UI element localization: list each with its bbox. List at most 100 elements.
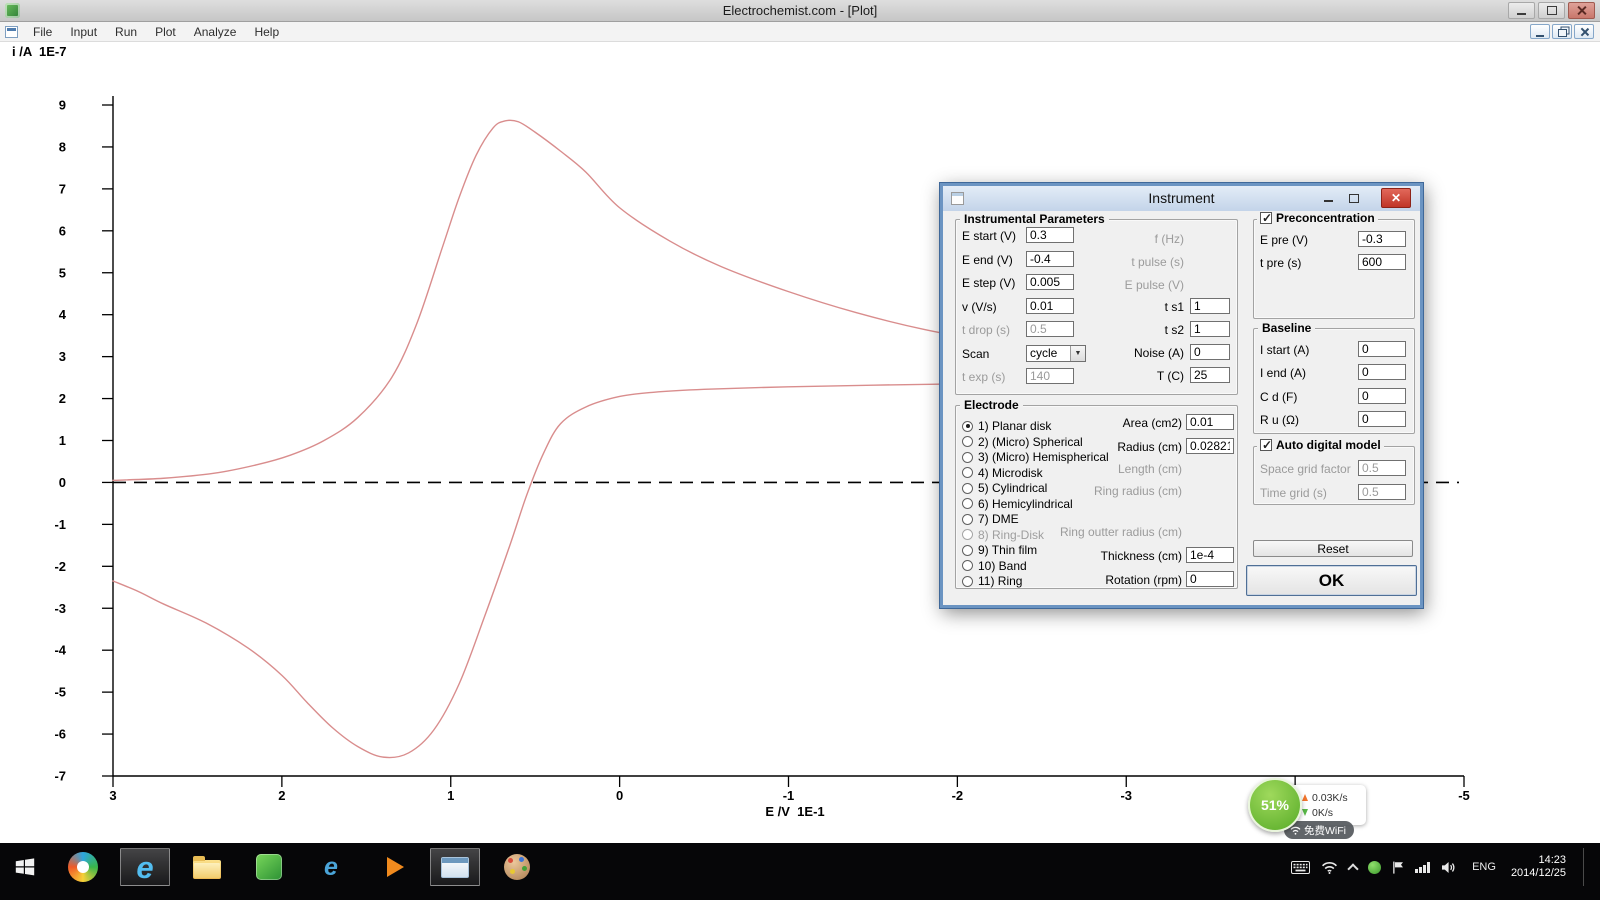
t-s1-input[interactable] [1190, 298, 1230, 314]
radius-cm-input[interactable] [1186, 438, 1234, 454]
free-wifi-label[interactable]: 免费WiFi [1284, 821, 1354, 839]
clock[interactable]: 14:23 2014/12/25 [1511, 854, 1566, 880]
t-exp-s-input[interactable] [1026, 368, 1074, 384]
show-hidden-icons-chevron[interactable] [1349, 862, 1357, 873]
t-drop-s-input[interactable] [1026, 321, 1074, 337]
instrumental-parameters-title: Instrumental Parameters [960, 212, 1109, 226]
noise-a-input[interactable] [1190, 344, 1230, 360]
ok-button[interactable]: OK [1246, 565, 1417, 596]
electrode-option-9[interactable]: 9) Thin film [962, 543, 1037, 557]
e-start-v-input[interactable] [1026, 227, 1074, 243]
network-signal-icon[interactable] [1415, 862, 1430, 873]
internet-explorer-taskbar-button[interactable] [120, 848, 170, 886]
rotation-rpm-input[interactable] [1186, 571, 1234, 587]
electrode-option-2[interactable]: 2) (Micro) Spherical [962, 435, 1083, 449]
electrode-option-8[interactable]: 8) Ring-Disk [962, 528, 1044, 542]
electrochemist-taskbar-button[interactable] [430, 848, 480, 886]
preconcentration-title: Preconcentration [1276, 211, 1375, 225]
menu-run[interactable]: Run [106, 23, 146, 41]
electrode-option-7[interactable]: 7) DME [962, 512, 1019, 526]
menu-help[interactable]: Help [245, 23, 288, 41]
scan-select[interactable]: cycle [1026, 345, 1086, 362]
dialog-titlebar[interactable]: Instrument [943, 186, 1420, 211]
t-pre-s-label: t pre (s) [1260, 256, 1301, 270]
auto-digital-model-title: Auto digital model [1276, 438, 1381, 452]
e-step-v-input[interactable] [1026, 274, 1074, 290]
dialog-minimize-button[interactable] [1320, 191, 1336, 205]
tray-time: 14:23 [1511, 854, 1566, 867]
child-restore-button[interactable] [1552, 24, 1572, 39]
antivirus-icon[interactable] [1368, 861, 1381, 874]
dialog-close-button[interactable] [1381, 188, 1411, 208]
i-end-a-input[interactable] [1358, 364, 1406, 380]
t-c-input[interactable] [1190, 367, 1230, 383]
electrode-option-3[interactable]: 3) (Micro) Hemispherical [962, 450, 1109, 464]
time-grid-s-input[interactable] [1358, 484, 1406, 500]
t-pre-s-input[interactable] [1358, 254, 1406, 270]
preconcentration-checkbox[interactable] [1260, 212, 1272, 224]
v-v-s-input[interactable] [1026, 298, 1074, 314]
browser-360-taskbar-button[interactable] [58, 848, 108, 886]
start-button[interactable] [4, 848, 46, 886]
r-u-input[interactable] [1358, 411, 1406, 427]
browser-360-icon [68, 852, 98, 882]
window-titlebar[interactable]: Electrochemist.com - [Plot] [0, 0, 1600, 22]
electrode-option-11[interactable]: 11) Ring [962, 574, 1022, 588]
media-player-taskbar-button[interactable] [368, 848, 418, 886]
electrode-option-5[interactable]: 5) Cylindrical [962, 481, 1047, 495]
t-s2-input[interactable] [1190, 321, 1230, 337]
auto-digital-model-checkbox[interactable] [1260, 439, 1272, 451]
window-maximize-button[interactable] [1538, 2, 1565, 19]
upload-arrow-icon [1302, 794, 1308, 801]
t-s1-label: t s1 [1088, 300, 1184, 314]
child-close-button[interactable] [1574, 24, 1594, 39]
y-tick-label: 2 [59, 391, 66, 406]
electrode-option-1[interactable]: 1) Planar disk [962, 419, 1051, 433]
x-tick-label: -3 [1120, 788, 1132, 803]
dropdown-arrow-icon[interactable] [1070, 346, 1085, 361]
acceleration-ball[interactable]: 51% [1248, 778, 1302, 832]
volume-icon[interactable] [1441, 861, 1457, 874]
wifi-speed-widget[interactable]: 0.03K/s 0K/s 免费WiFi 51% [1248, 778, 1408, 844]
ie-secondary-taskbar-button[interactable] [306, 848, 356, 886]
radio-icon [962, 514, 973, 525]
green-office-app-taskbar-button[interactable] [244, 848, 294, 886]
area-cm2-input[interactable] [1186, 414, 1234, 430]
keyboard-icon[interactable] [1291, 861, 1310, 874]
menu-input[interactable]: Input [61, 23, 106, 41]
menu-analyze[interactable]: Analyze [185, 23, 246, 41]
show-desktop-button[interactable] [1583, 848, 1590, 886]
electrode-option-10[interactable]: 10) Band [962, 559, 1027, 573]
t-drop-s-label: t drop (s) [962, 323, 1010, 337]
window-minimize-button[interactable] [1508, 2, 1535, 19]
dialog-maximize-button[interactable] [1346, 191, 1362, 205]
paint-app-taskbar-button[interactable] [492, 848, 542, 886]
space-grid-factor-input[interactable] [1358, 460, 1406, 476]
radio-icon [962, 483, 973, 494]
app-window-icon [441, 857, 469, 878]
window-close-button[interactable] [1568, 2, 1595, 19]
child-minimize-button[interactable] [1530, 24, 1550, 39]
action-center-flag-icon[interactable] [1392, 861, 1404, 874]
language-indicator[interactable]: ENG [1468, 859, 1500, 875]
thickness-cm-label: Thickness (cm) [1036, 549, 1182, 563]
chevron-up-icon [1347, 863, 1358, 874]
menu-file[interactable]: File [24, 23, 61, 41]
electrode-option-6[interactable]: 6) Hemicylindrical [962, 497, 1073, 511]
electrode-option-4[interactable]: 4) Microdisk [962, 466, 1043, 480]
menu-plot[interactable]: Plot [146, 23, 185, 41]
acceleration-percent: 51% [1261, 797, 1289, 813]
e-pre-v-input[interactable] [1358, 231, 1406, 247]
i-end-a-label: I end (A) [1260, 366, 1306, 380]
folder-icon [193, 860, 221, 879]
c-d-f-input[interactable] [1358, 388, 1406, 404]
system-tray: ENG 14:23 2014/12/25 [1291, 848, 1600, 886]
i-start-a-input[interactable] [1358, 341, 1406, 357]
wifi-icon[interactable] [1321, 861, 1338, 874]
file-explorer-taskbar-button[interactable] [182, 848, 232, 886]
e-end-v-input[interactable] [1026, 251, 1074, 267]
x-axis-title: E /V 1E-1 [735, 804, 855, 819]
thickness-cm-input[interactable] [1186, 547, 1234, 563]
noise-a-label: Noise (A) [1088, 346, 1184, 360]
reset-button[interactable]: Reset [1253, 540, 1413, 557]
